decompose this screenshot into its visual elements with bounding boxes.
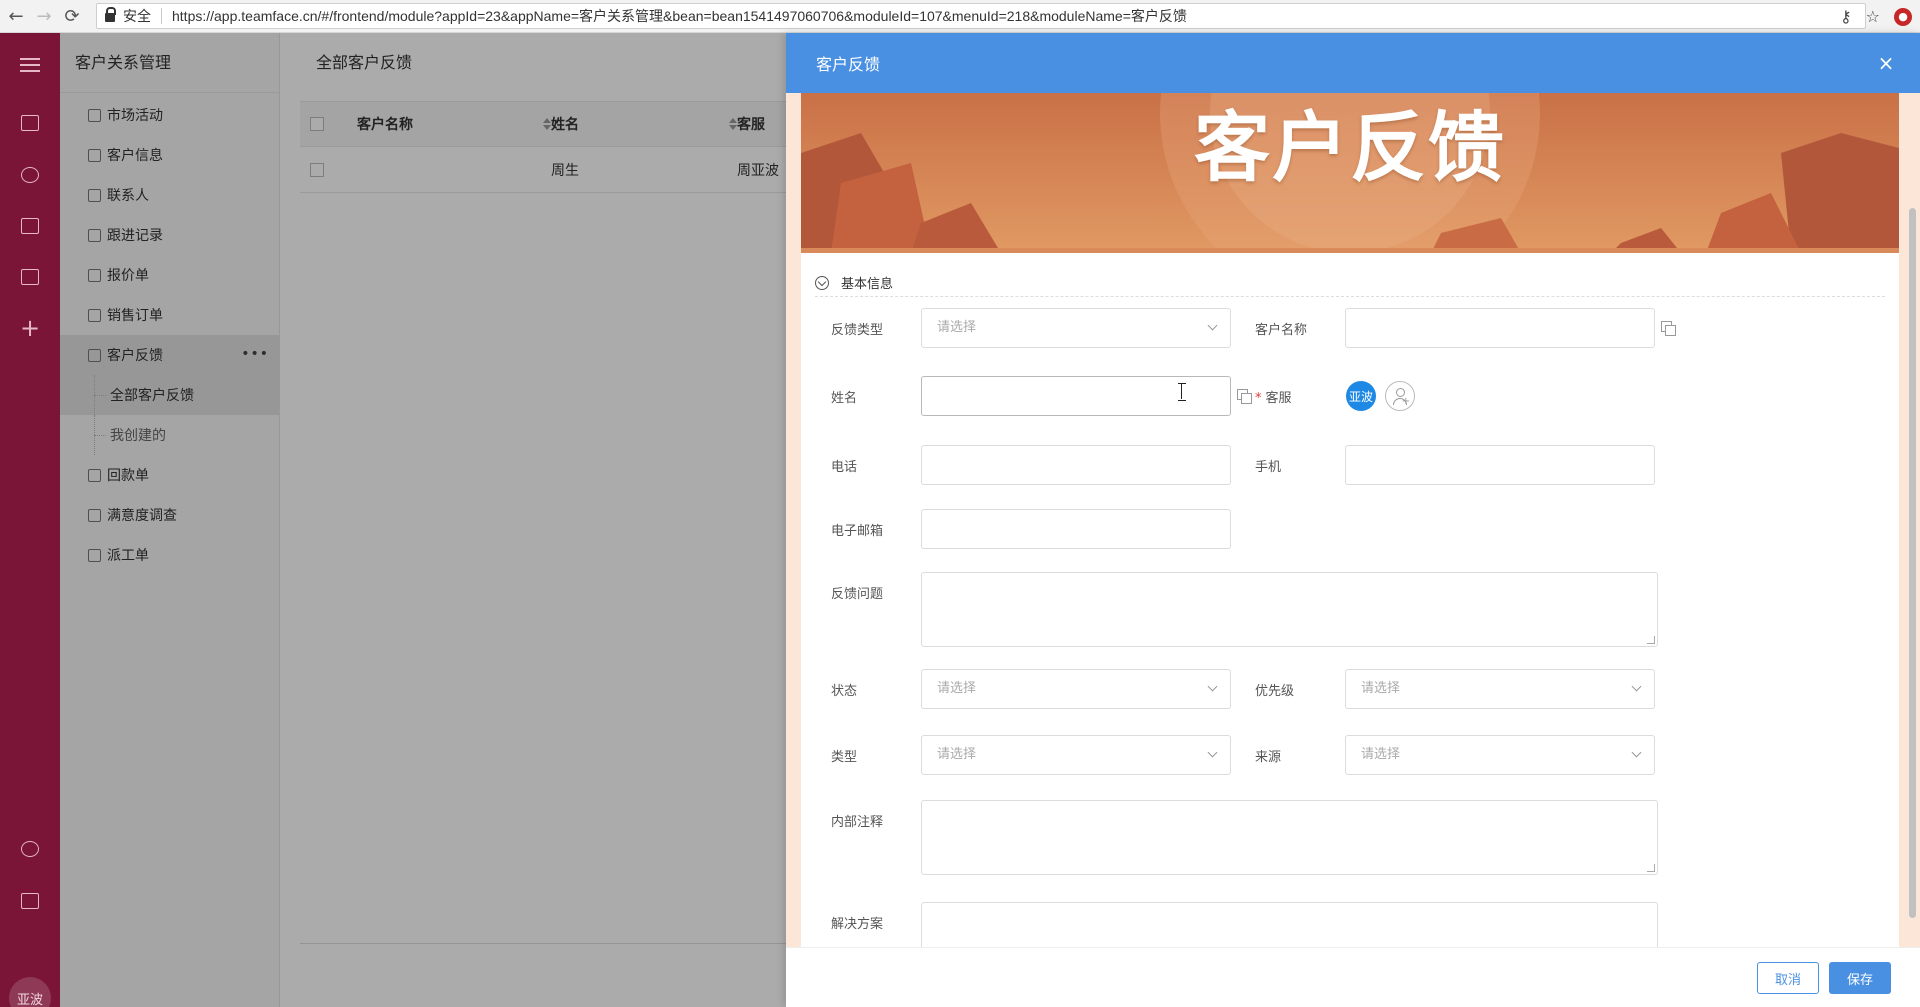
feedback-drawer: 客户反馈 × 客户反馈 基本信息 反馈类型 请选择 客户名称 姓名 * 客服 亚… [786,33,1920,1007]
resize-handle[interactable] [1647,864,1655,872]
issue-textarea[interactable] [921,572,1658,647]
customer-name-input[interactable] [1345,308,1655,348]
feedback-type-select[interactable]: 请选择 [921,308,1231,348]
drawer-body: 客户反馈 基本信息 反馈类型 请选择 客户名称 姓名 *客服 亚波 + 电话 [786,93,1920,947]
user-avatar[interactable]: 亚波 [9,977,51,1007]
label-customer-name: 客户名称 [1255,323,1308,338]
label-service: * 客服 [1255,391,1292,406]
close-icon[interactable]: × [1874,51,1898,75]
url-text: https://app.teamface.cn/#/frontend/modul… [172,8,1187,24]
phone-input[interactable] [921,445,1231,485]
lock-icon [105,7,116,22]
save-button[interactable]: 保存 [1829,962,1891,994]
label-priority: 优先级 [1255,684,1295,699]
label-status: 状态 [831,684,858,699]
copy-icon[interactable] [1237,389,1252,404]
solution-textarea[interactable] [921,902,1658,947]
label-feedback-type: 反馈类型 [831,323,884,338]
chevron-down-icon [1207,747,1218,758]
secure-label: 安全 [123,9,151,25]
drawer-header: 客户反馈 × [786,33,1920,93]
chevron-down-icon [1207,320,1218,331]
label-name: 姓名 [831,391,858,406]
chevron-down-icon [1631,681,1642,692]
drawer-title: 客户反馈 [816,55,881,74]
chevron-down-icon[interactable] [815,275,829,290]
browser-toolbar: ← → ⟳ 安全 https://app.teamface.cn/#/front… [0,0,1920,33]
mail-icon[interactable] [0,881,60,921]
reload-icon[interactable]: ⟳ [60,4,84,28]
source-select[interactable]: 请选择 [1345,735,1655,775]
category-select[interactable]: 请选择 [921,735,1231,775]
label-category: 类型 [831,750,858,765]
key-icon[interactable]: ⚷ [1840,7,1852,26]
label-notes: 内部注释 [831,815,884,830]
priority-select[interactable]: 请选择 [1345,669,1655,709]
mobile-input[interactable] [1345,445,1655,485]
cancel-button[interactable]: 取消 [1757,962,1819,994]
report-icon[interactable] [0,206,60,246]
chat-icon[interactable] [0,155,60,195]
back-icon[interactable]: ← [4,4,28,28]
scrollbar[interactable] [1909,208,1916,918]
resize-handle[interactable] [1647,636,1655,644]
copy-icon[interactable] [1661,321,1676,336]
label-solution: 解决方案 [831,917,884,932]
add-icon[interactable]: + [0,308,60,348]
app-rail: + 亚波 [0,33,60,1007]
extension-icon[interactable]: ● [1894,7,1912,26]
forward-icon[interactable]: → [32,4,56,28]
status-select[interactable]: 请选择 [921,669,1231,709]
chart-icon[interactable] [0,829,60,869]
star-icon[interactable]: ☆ [1866,7,1880,26]
notes-textarea[interactable] [921,800,1658,875]
menu-icon[interactable] [0,45,60,85]
label-source: 来源 [1255,750,1282,765]
text-cursor-icon [1178,383,1186,401]
address-bar[interactable]: 安全 https://app.teamface.cn/#/frontend/mo… [96,3,1866,29]
label-mobile: 手机 [1255,460,1282,475]
label-email: 电子邮箱 [831,524,884,539]
section-basic-info[interactable]: 基本信息 [815,269,1885,297]
drawer-footer: 取消 保存 [786,947,1920,1007]
banner-title: 客户反馈 [1194,103,1506,192]
email-input[interactable] [921,509,1231,549]
banner: 客户反馈 [801,93,1899,253]
apps-icon[interactable] [0,257,60,297]
add-user-icon[interactable]: + [1385,381,1415,411]
label-issue: 反馈问题 [831,587,884,602]
dashboard-icon[interactable] [0,103,60,143]
label-phone: 电话 [831,460,858,475]
form-card: 客户反馈 基本信息 反馈类型 请选择 客户名称 姓名 *客服 亚波 + 电话 [801,93,1899,947]
service-avatar[interactable]: 亚波 [1346,381,1376,411]
chevron-down-icon [1207,681,1218,692]
chevron-down-icon [1631,747,1642,758]
